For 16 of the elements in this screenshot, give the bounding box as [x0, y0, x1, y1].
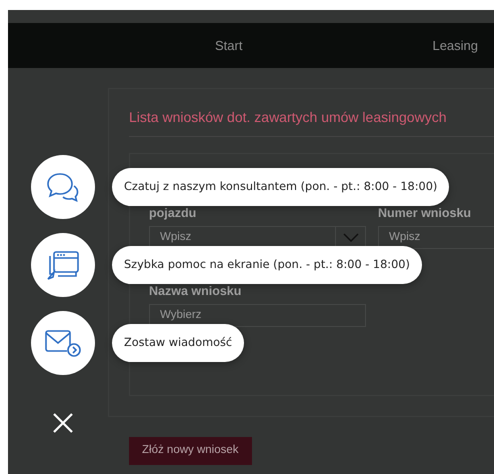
contact-option-tooltip[interactable]: Czatuj z naszym konsultantem (pon. - pt.: 8:00 - 18:00) [112, 168, 450, 206]
card-title: Lista wniosków dot. zawartych umów leasingowych [129, 107, 494, 137]
field-label: Numer wniosku [378, 206, 472, 220]
contact-option-tooltip[interactable]: Szybka pomoc na ekranie (pon. - pt.: 8:00 - 18:00) [112, 246, 422, 284]
nav-link-item[interactable]: Start [215, 36, 242, 56]
contact-option-tooltip[interactable]: Zostaw wiadomość [112, 324, 244, 362]
field-label: Nazwa wniosku [149, 284, 242, 298]
envelope-icon [44, 329, 82, 357]
browser-windows-icon [46, 250, 80, 280]
close-button[interactable] [51, 411, 75, 435]
close-icon [51, 411, 75, 435]
chevron-down-icon [342, 233, 358, 242]
nav-link-item[interactable]: Leasing [432, 36, 478, 56]
field-label: pojazdu [149, 206, 196, 220]
new-application-button[interactable]: Złóż nowy wniosek [129, 437, 252, 465]
chat-bubbles-icon [46, 172, 80, 202]
